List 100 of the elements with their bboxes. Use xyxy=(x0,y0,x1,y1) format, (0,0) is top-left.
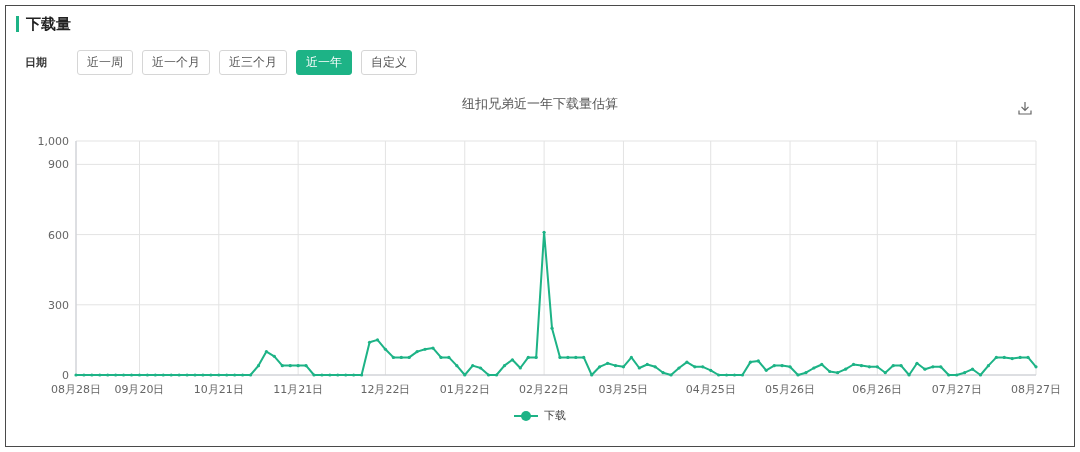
data-point xyxy=(931,365,935,369)
data-point xyxy=(772,364,776,368)
data-point xyxy=(256,364,261,368)
x-axis-label: 05月26日 xyxy=(765,383,816,396)
data-point xyxy=(788,365,792,369)
data-point xyxy=(217,373,221,377)
data-point xyxy=(613,364,618,368)
data-point xyxy=(907,373,911,377)
data-point xyxy=(851,362,856,367)
data-point xyxy=(804,371,808,375)
data-point xyxy=(494,373,499,377)
data-point xyxy=(209,373,213,377)
data-point xyxy=(169,373,173,377)
data-point xyxy=(748,360,752,364)
data-point xyxy=(947,373,951,377)
y-axis-label: 300 xyxy=(48,298,69,312)
y-axis-label: 1,000 xyxy=(37,135,69,148)
data-point xyxy=(479,366,483,370)
data-point xyxy=(986,364,990,368)
legend-line-icon xyxy=(514,409,538,422)
data-point xyxy=(431,346,435,350)
data-point xyxy=(1010,357,1014,361)
data-point xyxy=(867,365,871,369)
x-axis-label: 11月21日 xyxy=(273,383,324,396)
data-point xyxy=(177,373,181,377)
data-point xyxy=(661,371,665,375)
data-point xyxy=(296,364,300,368)
data-point xyxy=(970,367,975,371)
data-point xyxy=(732,373,737,377)
data-point xyxy=(225,373,229,377)
data-point xyxy=(145,373,149,377)
data-point xyxy=(1034,365,1038,369)
data-point xyxy=(122,373,126,377)
chart-title: 纽扣兄弟近一年下载量估算 xyxy=(462,95,618,113)
data-point xyxy=(764,368,768,372)
data-point xyxy=(383,347,387,351)
data-point xyxy=(963,371,967,375)
x-axis-label: 07月27日 xyxy=(931,383,982,396)
data-point xyxy=(891,364,895,368)
data-point xyxy=(756,359,760,363)
data-point xyxy=(336,373,340,377)
data-point xyxy=(939,365,943,369)
data-point xyxy=(518,366,522,370)
data-point xyxy=(685,360,689,364)
data-point xyxy=(677,366,681,370)
data-point xyxy=(74,373,78,377)
data-point xyxy=(828,369,832,374)
download-icon[interactable] xyxy=(1018,101,1032,115)
data-point xyxy=(796,373,800,377)
data-point xyxy=(233,373,237,377)
data-point xyxy=(701,365,705,369)
data-point xyxy=(153,373,157,377)
date-range-button[interactable]: 近一个月 xyxy=(142,50,210,75)
data-point xyxy=(598,365,602,369)
data-point xyxy=(653,365,657,369)
data-point xyxy=(264,350,268,354)
data-point xyxy=(899,364,903,368)
data-point xyxy=(90,373,94,377)
data-point xyxy=(352,373,356,377)
data-point xyxy=(288,364,292,368)
data-point xyxy=(590,373,594,377)
data-point xyxy=(629,355,633,360)
data-point xyxy=(875,365,879,369)
data-point xyxy=(844,367,848,371)
date-range-button[interactable]: 近三个月 xyxy=(219,50,287,75)
data-point xyxy=(439,355,443,360)
data-point xyxy=(534,355,538,360)
data-point xyxy=(669,373,673,377)
data-point xyxy=(129,373,134,377)
data-point xyxy=(106,373,110,377)
data-point xyxy=(883,371,887,375)
data-point xyxy=(241,373,245,377)
data-point xyxy=(375,338,380,342)
section-title: 下载量 xyxy=(26,14,71,34)
data-point xyxy=(328,373,332,377)
data-point xyxy=(780,364,784,368)
data-point xyxy=(415,350,419,354)
data-point xyxy=(407,355,411,360)
data-point xyxy=(1026,355,1030,360)
data-point xyxy=(367,340,372,344)
data-point xyxy=(185,373,189,377)
data-point xyxy=(486,373,491,377)
date-range-button[interactable]: 自定义 xyxy=(361,50,417,75)
date-label: 日期 xyxy=(25,55,47,70)
x-axis-label: 06月26日 xyxy=(852,383,903,396)
data-point xyxy=(391,355,395,360)
y-axis-label: 900 xyxy=(48,158,69,172)
date-range-button[interactable]: 近一周 xyxy=(77,50,133,75)
data-point xyxy=(510,358,514,362)
data-point xyxy=(526,355,530,360)
data-point xyxy=(423,347,427,351)
data-point xyxy=(550,326,554,330)
x-axis-label: 09月20日 xyxy=(114,383,165,396)
data-point xyxy=(161,373,165,377)
data-point xyxy=(137,373,142,377)
legend-label[interactable]: 下载 xyxy=(544,408,566,423)
data-point xyxy=(542,230,546,234)
data-point xyxy=(272,354,276,358)
data-point xyxy=(304,364,308,368)
data-point xyxy=(836,371,840,375)
